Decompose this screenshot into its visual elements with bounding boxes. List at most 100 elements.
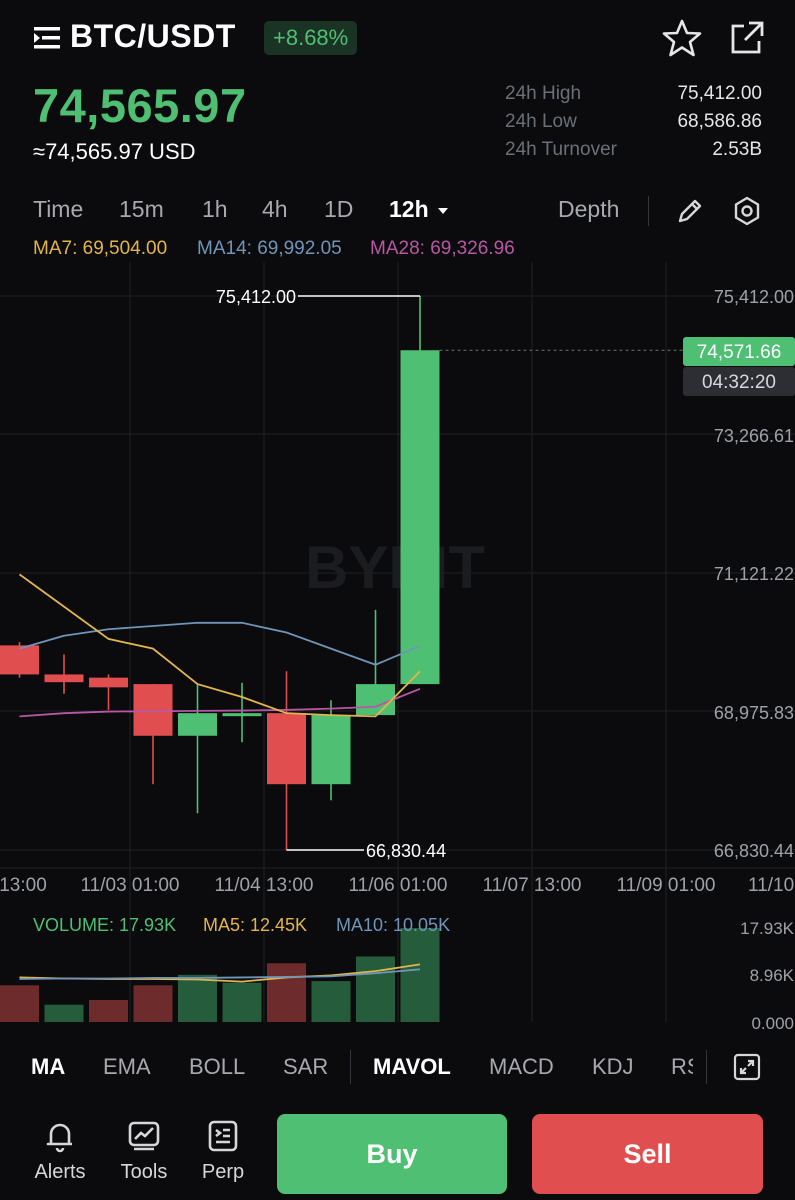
nav-alerts-label: Alerts bbox=[34, 1161, 86, 1183]
indicator-kdj[interactable]: KDJ bbox=[592, 1054, 634, 1080]
volume-ma5-label: MA5: 12.45K bbox=[203, 915, 307, 935]
y-tick-label: 73,266.61 bbox=[714, 426, 794, 446]
indicator-sar[interactable]: SAR bbox=[283, 1054, 328, 1080]
stat-24h-low-label: 24h Low bbox=[505, 111, 577, 132]
tab-time[interactable]: Time bbox=[33, 196, 83, 223]
fiat-price: ≈74,565.97 USD bbox=[33, 139, 196, 164]
buy-button[interactable]: Buy bbox=[277, 1114, 507, 1194]
volume-bar bbox=[89, 999, 128, 1022]
tab-15m[interactable]: 15m bbox=[119, 196, 164, 223]
favorite-star-icon[interactable] bbox=[662, 18, 702, 58]
settings-hexagon-icon[interactable] bbox=[731, 195, 763, 227]
indicator-divider bbox=[706, 1050, 707, 1084]
candle-body bbox=[89, 677, 128, 688]
candlestick-chart[interactable]: BYBIT 75,412.00 66,830.44 75,412.00 73,2… bbox=[0, 262, 795, 1032]
tab-divider bbox=[648, 196, 649, 226]
bybit-watermark: BYBIT bbox=[305, 534, 485, 601]
nav-perp-label: Perp bbox=[201, 1161, 245, 1183]
volume-bar bbox=[178, 974, 217, 1022]
y-tick-label: 68,975.83 bbox=[714, 703, 794, 723]
volume-bar bbox=[222, 982, 262, 1022]
volume-bar bbox=[311, 981, 351, 1022]
ma7-legend: MA7: 69,504.00 bbox=[33, 238, 168, 259]
candle-body bbox=[133, 684, 173, 736]
tab-1h[interactable]: 1h bbox=[202, 196, 228, 223]
perp-doc-icon bbox=[208, 1120, 238, 1152]
x-tick-label: 11/06 01:00 bbox=[349, 875, 448, 896]
candle-body bbox=[400, 350, 440, 685]
tab-1d[interactable]: 1D bbox=[324, 196, 353, 223]
share-icon[interactable] bbox=[727, 18, 767, 58]
tab-depth[interactable]: Depth bbox=[558, 196, 619, 223]
volume-bar bbox=[267, 963, 306, 1022]
volume-label: VOLUME: 17.93K bbox=[33, 915, 176, 935]
fullscreen-expand-icon[interactable] bbox=[733, 1053, 761, 1081]
last-price: 74,565.97 bbox=[33, 79, 247, 132]
volume-tick-label: 8.96K bbox=[750, 966, 795, 985]
nav-tools-label: Tools bbox=[120, 1161, 168, 1183]
trading-pair[interactable]: BTC/USDT bbox=[70, 18, 236, 55]
volume-bar bbox=[356, 956, 395, 1022]
ma14-legend: MA14: 69,992.05 bbox=[197, 238, 342, 259]
y-tick-label: 66,830.44 bbox=[714, 841, 794, 861]
y-tick-label: 71,121.22 bbox=[714, 564, 794, 584]
x-tick-label: 11/10 bbox=[748, 875, 794, 896]
volume-bar bbox=[0, 985, 39, 1022]
volume-axis: 17.93K 8.96K 0.000 bbox=[740, 919, 795, 1032]
candle-body bbox=[44, 674, 84, 683]
stat-24h-turnover-value: 2.53B bbox=[712, 139, 762, 160]
indicator-macd[interactable]: MACD bbox=[489, 1054, 554, 1080]
bell-icon bbox=[46, 1123, 72, 1153]
nav-tools[interactable]: Tools bbox=[109, 1118, 179, 1184]
caret-down-icon bbox=[438, 207, 449, 214]
high-marker-label: 75,412.00 bbox=[216, 287, 296, 307]
indicator-boll[interactable]: BOLL bbox=[189, 1054, 245, 1080]
candle-body bbox=[0, 645, 39, 675]
price-change-badge: +8.68% bbox=[264, 21, 358, 55]
current-price-tag: 74,571.66 04:32:20 bbox=[683, 337, 795, 396]
candle-body bbox=[267, 713, 306, 785]
sell-button[interactable]: Sell bbox=[532, 1114, 763, 1194]
tab-4h[interactable]: 4h bbox=[262, 196, 288, 223]
x-tick-label: 11/09 01:00 bbox=[617, 875, 716, 896]
x-tick-label: 11/07 13:00 bbox=[483, 875, 582, 896]
indicator-ema[interactable]: EMA bbox=[103, 1054, 151, 1080]
indicator-ma[interactable]: MA bbox=[31, 1054, 65, 1080]
volume-ma10-label: MA10: 10.05K bbox=[336, 915, 450, 935]
chart-tools-icon bbox=[128, 1121, 160, 1151]
stat-24h-high-value: 75,412.00 bbox=[677, 83, 762, 104]
x-tick-label: 11/03 01:00 bbox=[81, 875, 180, 896]
indicator-mavol[interactable]: MAVOL bbox=[373, 1054, 451, 1080]
pencil-draw-icon[interactable] bbox=[674, 195, 706, 227]
tab-12h[interactable]: 12h bbox=[389, 196, 449, 223]
stat-24h-low-value: 68,586.86 bbox=[677, 111, 762, 132]
ma14-line bbox=[19, 621, 421, 666]
pair-menu-icon[interactable] bbox=[32, 22, 64, 54]
x-tick-label: 11/04 13:00 bbox=[215, 875, 314, 896]
volume-tick-label: 17.93K bbox=[740, 919, 795, 938]
time-axis: 13:00 11/03 01:00 11/04 13:00 11/06 01:0… bbox=[0, 875, 794, 896]
candle-body bbox=[178, 713, 217, 736]
volume-bar bbox=[133, 985, 173, 1022]
candle-body bbox=[222, 713, 262, 717]
indicator-divider bbox=[350, 1050, 351, 1084]
volume-bar bbox=[44, 1004, 84, 1022]
candle-body bbox=[356, 684, 395, 716]
stat-24h-turnover-label: 24h Turnover bbox=[505, 139, 617, 160]
volume-legend: VOLUME: 17.93K MA5: 12.45K MA10: 10.05K bbox=[33, 915, 450, 935]
volume-bars bbox=[0, 928, 440, 1022]
y-tick-label: 75,412.00 bbox=[714, 287, 794, 307]
nav-alerts[interactable]: Alerts bbox=[25, 1118, 95, 1184]
candle-body bbox=[311, 715, 351, 785]
stat-24h-high-label: 24h High bbox=[505, 83, 582, 104]
low-marker-label: 66,830.44 bbox=[366, 841, 446, 861]
x-tick-label: 13:00 bbox=[0, 875, 47, 896]
countdown-timer: 04:32:20 bbox=[702, 372, 776, 393]
ma28-legend: MA28: 69,326.96 bbox=[370, 238, 515, 259]
volume-bar bbox=[400, 928, 440, 1022]
tab-12h-label: 12h bbox=[389, 196, 429, 222]
current-price-value: 74,571.66 bbox=[697, 342, 782, 363]
nav-perp[interactable]: Perp bbox=[188, 1118, 258, 1184]
indicator-rsi[interactable]: RSI bbox=[671, 1054, 693, 1080]
volume-tick-label: 0.000 bbox=[751, 1014, 794, 1032]
